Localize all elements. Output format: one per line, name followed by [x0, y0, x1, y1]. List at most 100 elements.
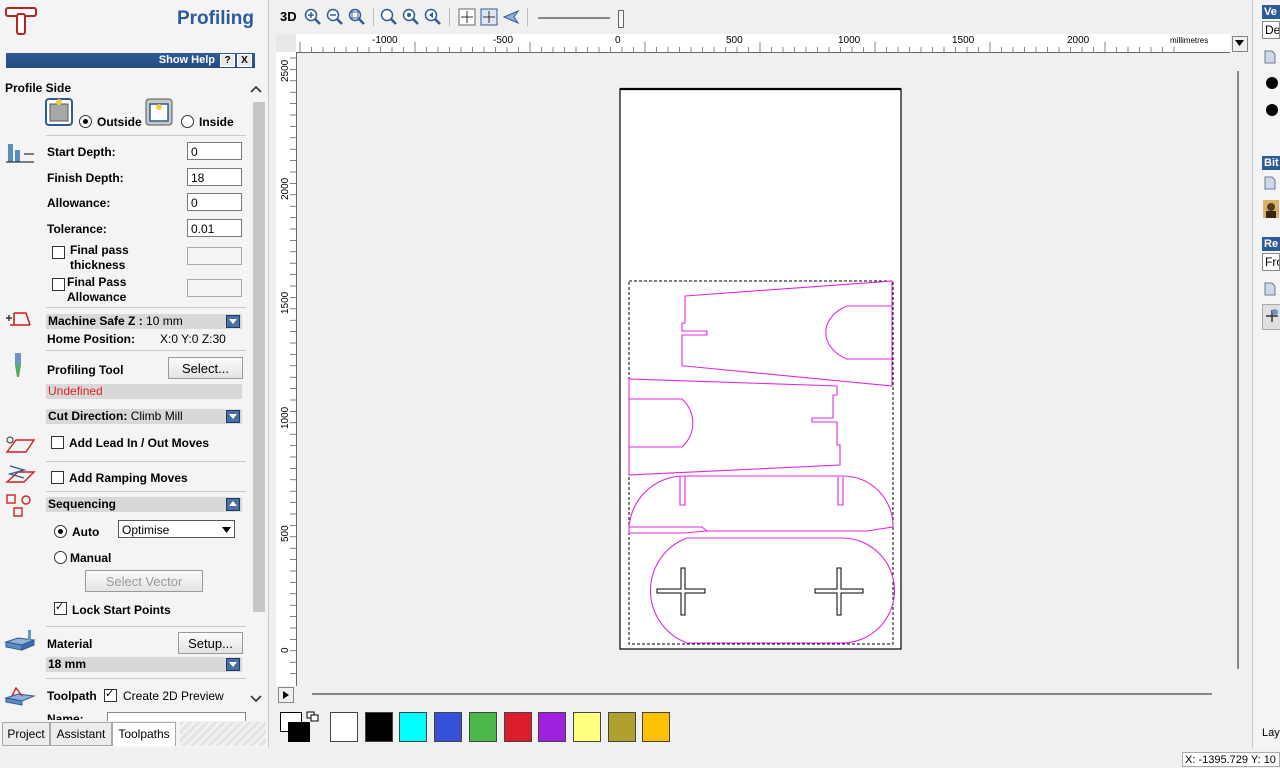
panel-scrollbar[interactable] [252, 82, 266, 712]
start-depth-label: Start Depth: [47, 145, 116, 159]
opacity-slider-handle[interactable] [618, 10, 624, 28]
colour-swatch[interactable] [468, 712, 497, 742]
zoom-selection-icon[interactable] [402, 8, 420, 26]
divider [46, 626, 246, 627]
cutting-depth-icon [6, 144, 34, 163]
inside-radio[interactable] [181, 115, 194, 128]
close-button[interactable]: X [237, 54, 252, 67]
show-toolpaths-icon[interactable] [480, 8, 498, 26]
document-icon[interactable] [1263, 50, 1277, 64]
opacity-slider-track[interactable] [538, 17, 610, 19]
bitmap-panel-heading: Bit [1262, 156, 1280, 170]
swap-colours-icon[interactable] [306, 711, 320, 723]
final-pass-allowance-checkbox[interactable] [52, 278, 65, 291]
ruler-h-label: -1000 [372, 35, 398, 46]
document-icon[interactable] [1263, 282, 1277, 296]
scroll-down-chevron-icon[interactable] [250, 694, 262, 704]
zoom-extents-icon[interactable] [348, 8, 366, 26]
expand-panel-button[interactable] [278, 687, 294, 703]
lock-start-points-label: Lock Start Points [72, 603, 171, 617]
ramping-checkbox[interactable] [51, 471, 64, 484]
ruler-v-label: 500 [280, 525, 291, 542]
safe-z-dropdown-icon[interactable] [226, 315, 240, 328]
canvas-h-scroll[interactable] [312, 693, 1212, 695]
material-sheet [619, 88, 902, 650]
ruler-h-label: 1500 [952, 35, 975, 46]
outside-profile-icon[interactable] [45, 98, 73, 126]
auto-label: Auto [72, 525, 100, 539]
tolerance-label: Tolerance: [47, 222, 107, 236]
zoom-out-icon[interactable] [326, 8, 344, 26]
cut-direction-row[interactable]: Cut Direction: Climb Mill [46, 409, 242, 424]
document-icon[interactable] [1263, 176, 1277, 190]
design-view[interactable] [297, 53, 1248, 686]
material-setup-button[interactable]: Setup... [178, 632, 243, 654]
toolbar-separator [449, 8, 450, 26]
tab-assistant[interactable]: Assistant [50, 722, 112, 746]
toolpath-name-label: Name: [47, 713, 84, 720]
show-help-link[interactable]: Show Help [159, 54, 215, 66]
auto-option-select[interactable]: Optimise [118, 520, 235, 538]
ruler-v-label: 1500 [280, 291, 291, 314]
lead-in-out-checkbox[interactable] [51, 436, 64, 449]
allowance-input[interactable]: 0 [187, 193, 242, 211]
material-dropdown-icon[interactable] [226, 658, 240, 671]
zoom-window-icon[interactable] [380, 8, 398, 26]
select-vector-button: Select Vector [85, 570, 203, 592]
image-thumbnail-icon[interactable] [1263, 200, 1279, 218]
relief-panel-field[interactable]: Fro [1262, 253, 1280, 271]
colour-swatch[interactable] [538, 712, 567, 742]
sequencing-collapse-icon[interactable] [226, 498, 240, 511]
current-line-swatch[interactable] [288, 722, 310, 742]
start-depth-input[interactable]: 0 [187, 142, 242, 160]
show-vectors-icon[interactable] [458, 8, 476, 26]
finish-depth-input[interactable]: 18 [187, 168, 242, 186]
units-dropdown[interactable] [1232, 36, 1248, 52]
material-thickness-value: 18 mm [48, 657, 87, 671]
outside-radio[interactable] [79, 115, 92, 128]
toolpath-name-input[interactable] [107, 712, 246, 721]
inside-profile-icon[interactable] [145, 98, 173, 126]
colour-swatch[interactable] [364, 712, 393, 742]
help-button[interactable]: ? [220, 54, 235, 67]
colour-swatch[interactable] [434, 712, 463, 742]
divider [46, 678, 246, 679]
vector-panel-field[interactable]: De [1262, 21, 1280, 39]
safe-z-value: 10 mm [146, 314, 183, 328]
colour-swatch[interactable] [399, 712, 428, 742]
create-preview-checkbox[interactable] [104, 687, 117, 702]
add-relief-button[interactable] [1262, 304, 1280, 330]
home-position-label: Home Position: [47, 332, 136, 346]
divider [46, 307, 246, 308]
manual-radio[interactable] [54, 551, 67, 564]
colour-swatch[interactable] [642, 712, 671, 742]
view-3d-button[interactable]: 3D [280, 9, 297, 24]
lock-start-points-checkbox[interactable] [54, 600, 67, 615]
relief-panel-heading: Re [1262, 237, 1280, 251]
final-pass-thickness-checkbox[interactable] [52, 246, 65, 259]
material-thickness-row[interactable]: 18 mm [46, 657, 242, 672]
zoom-previous-icon[interactable] [424, 8, 442, 26]
colour-swatch[interactable] [503, 712, 532, 742]
panel-scroll-thumb[interactable] [253, 102, 265, 612]
cut-direction-dropdown-icon[interactable] [226, 410, 240, 423]
zoom-in-icon[interactable] [304, 8, 322, 26]
material-icon [4, 630, 36, 651]
sequencing-row[interactable]: Sequencing [46, 497, 242, 512]
material-label: Material [47, 637, 93, 651]
tab-toolpaths[interactable]: Toolpaths [112, 722, 176, 746]
safe-z-row[interactable]: Machine Safe Z : 10 mm [46, 314, 242, 329]
colour-swatch[interactable] [330, 712, 358, 742]
home-position-value: X:0 Y:0 Z:30 [160, 332, 226, 346]
pan-icon[interactable] [502, 8, 520, 26]
colour-swatch[interactable] [607, 712, 636, 742]
colour-swatch[interactable] [572, 712, 601, 742]
radio-bullet-icon[interactable] [1266, 77, 1278, 89]
tool-select-button[interactable]: Select... [168, 357, 243, 379]
auto-radio[interactable] [54, 525, 67, 538]
drawing-canvas[interactable] [297, 53, 1248, 686]
tab-project[interactable]: Project [2, 722, 50, 746]
tolerance-input[interactable]: 0.01 [187, 219, 242, 237]
panel-title: Profiling [176, 8, 254, 29]
radio-bullet-icon[interactable] [1266, 104, 1278, 116]
